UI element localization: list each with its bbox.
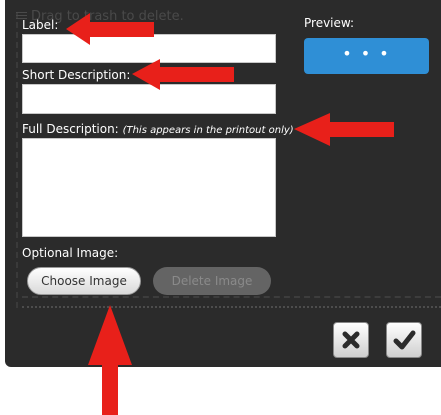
label-field-label: Label: (22, 18, 59, 32)
annotation-arrow-short-description (132, 59, 234, 90)
full-description-textarea[interactable] (22, 138, 276, 237)
optional-image-label: Optional Image: (22, 246, 119, 260)
drop-zone-border-dotted (22, 306, 441, 308)
screenshot-stage: Drag to trash to delete. Label: Short De… (0, 0, 441, 415)
short-description-label: Short Description: (22, 68, 131, 82)
delete-image-button[interactable]: Delete Image (153, 267, 271, 295)
preview-button[interactable]: • • • (304, 38, 429, 74)
annotation-arrow-label (66, 13, 154, 45)
checkmark-icon (393, 330, 416, 350)
close-icon (342, 331, 360, 349)
full-description-label: Full Description: (This appears in the p… (22, 122, 294, 136)
full-description-note: (This appears in the printout only) (122, 125, 294, 136)
drop-zone-border-left (16, 12, 18, 308)
full-description-title: Full Description: (22, 122, 119, 136)
drop-zone-border-dashed (22, 296, 441, 298)
confirm-button[interactable] (386, 322, 422, 358)
cancel-button[interactable] (333, 322, 369, 358)
preview-label: Preview: (304, 16, 355, 30)
annotation-arrow-image-buttons (88, 305, 132, 415)
annotation-arrow-full-description (294, 113, 394, 146)
choose-image-button[interactable]: Choose Image (27, 267, 141, 295)
